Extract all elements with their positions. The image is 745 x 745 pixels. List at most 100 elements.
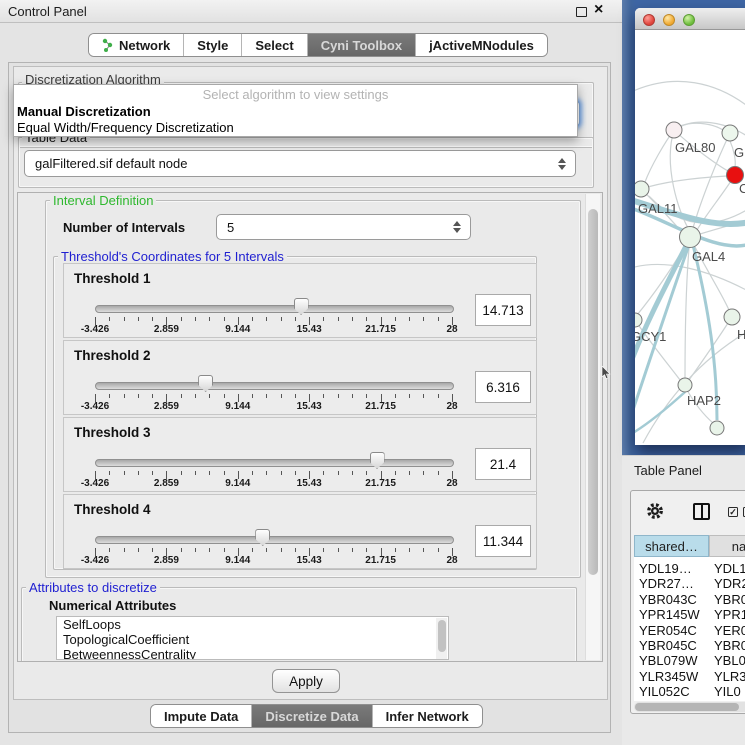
node-label-gal4: GAL4 (692, 249, 725, 264)
tab-label-network: Network (119, 38, 170, 53)
settings-scrollbar-track[interactable] (585, 194, 600, 660)
dropdown-option-equal-width[interactable]: Equal Width/Frequency Discretization (17, 120, 234, 135)
scale-label: 28 (446, 401, 457, 412)
threshold-value-field[interactable]: 21.4 (475, 448, 531, 480)
slider-scale-labels: -3.4262.8599.14415.4321.71528 (64, 324, 536, 336)
apply-button-label: Apply (289, 674, 323, 689)
network-node-gal4[interactable] (680, 227, 701, 248)
table-cell[interactable]: YBL079W (639, 653, 714, 668)
zoom-traffic-light-icon[interactable] (683, 14, 695, 26)
table-panel-card: ✓ ✓ shared…naYDL19…YDL1YDR27…YDR2YBR043C… (630, 490, 745, 714)
table-cell[interactable]: YER0 (714, 623, 745, 638)
column-header-na[interactable]: na (709, 535, 745, 557)
network-view[interactable]: GAL80GCGAL11GAL4GCY1HHAP2 (635, 30, 745, 445)
attribute-item-topologicalcoefficient[interactable]: TopologicalCoefficient (57, 632, 448, 647)
threshold-value-field[interactable]: 6.316 (475, 371, 531, 403)
scale-label: -3.426 (81, 478, 109, 489)
columns-icon[interactable] (693, 503, 710, 520)
dropdown-option-manual[interactable]: Manual Discretization (17, 104, 151, 119)
column-header-shared[interactable]: shared… (634, 535, 709, 557)
network-node-gal80[interactable] (666, 122, 682, 138)
threshold-label: Threshold 1 (74, 271, 151, 286)
table-cell[interactable]: YBR043C (639, 592, 714, 607)
tab-style[interactable]: Style (183, 34, 241, 56)
scale-label: 21.715 (365, 478, 396, 489)
table-cell[interactable]: YBR0 (714, 638, 745, 653)
table-cell[interactable]: YDR2 (714, 576, 745, 591)
num-intervals-label: Number of Intervals (63, 220, 185, 235)
scale-label: 28 (446, 555, 457, 566)
threshold-row-1: Threshold 1 -3.4262.8599.14415.4321.71528… (63, 263, 537, 338)
apply-button[interactable]: Apply (272, 669, 340, 693)
checkbox-icon[interactable]: ✓ (728, 507, 738, 517)
node-label-gal80: GAL80 (675, 140, 715, 155)
threshold-value-field[interactable]: 11.344 (475, 525, 531, 557)
table-cell[interactable]: YPR145W (639, 607, 714, 622)
scale-label: 21.715 (365, 555, 396, 566)
close-icon[interactable]: × (594, 1, 603, 19)
scale-label: 9.144 (225, 401, 250, 412)
scale-label: 15.43 (297, 324, 322, 335)
algorithm-dropdown: Select algorithm to view settings Manual… (13, 84, 578, 137)
tab-label-cyni-toolbox: Cyni Toolbox (321, 38, 402, 53)
tab-label-select: Select (255, 38, 293, 53)
threshold-slider-track[interactable] (95, 459, 454, 467)
bottom-tab-infer-network[interactable]: Infer Network (372, 705, 482, 727)
tab-label-jactivemnodules: jActiveMNodules (429, 38, 534, 53)
numerical-attributes-list[interactable]: SelfLoopsTopologicalCoefficientBetweenne… (56, 616, 449, 660)
node-table[interactable]: shared…naYDL19…YDL1YDR27…YDR2YBR043CYBR0… (634, 535, 745, 701)
tab-select[interactable]: Select (241, 34, 306, 56)
table-cell[interactable]: YDL1 (714, 561, 745, 576)
gear-icon[interactable] (645, 501, 665, 521)
table-cell[interactable]: YDR27… (639, 576, 714, 591)
bottom-tab-label-infer-network: Infer Network (386, 709, 469, 724)
minimize-traffic-light-icon[interactable] (663, 14, 675, 26)
settings-scrollbar-thumb[interactable] (588, 209, 598, 575)
table-cell[interactable]: YIL052C (639, 684, 714, 699)
attr-list-scrollbar[interactable] (436, 618, 447, 660)
table-cell[interactable]: YER054C (639, 623, 714, 638)
interval-group-label: Interval Definition (50, 193, 156, 208)
network-node[interactable] (710, 421, 724, 435)
threshold-slider-track[interactable] (95, 536, 454, 544)
table-cell[interactable]: YIL0 (714, 684, 745, 699)
table-cell[interactable]: YBL0 (714, 653, 745, 668)
bottom-tab-impute-data[interactable]: Impute Data (151, 705, 251, 727)
table-data-combo[interactable]: galFiltered.sif default node (24, 150, 576, 177)
scale-label: 28 (446, 478, 457, 489)
network-node-h[interactable] (724, 309, 740, 325)
threshold-slider-track[interactable] (95, 305, 454, 313)
table-cell[interactable]: YLR345W (639, 669, 714, 684)
node-label-hap2: HAP2 (687, 393, 721, 408)
float-window-icon[interactable] (576, 7, 587, 17)
slider-scale-labels: -3.4262.8599.14415.4321.71528 (64, 401, 536, 413)
tab-network[interactable]: Network (89, 34, 183, 56)
attribute-item-selfloops[interactable]: SelfLoops (57, 617, 448, 632)
table-cell[interactable]: YLR3 (714, 669, 745, 684)
attributes-group-label: Attributes to discretize (26, 580, 160, 595)
network-node-gcy1[interactable] (635, 313, 642, 327)
table-cell[interactable]: YDL19… (639, 561, 714, 576)
table-cell[interactable]: YPR1 (714, 607, 745, 622)
network-node-hap2[interactable] (678, 378, 692, 392)
attribute-item-betweennesscentrality[interactable]: BetweennessCentrality (57, 647, 448, 660)
close-traffic-light-icon[interactable] (643, 14, 655, 26)
bottom-tab-discretize-data[interactable]: Discretize Data (251, 705, 371, 727)
threshold-label: Threshold 4 (74, 502, 151, 517)
threshold-slider-track[interactable] (95, 382, 454, 390)
node-label-g: G (734, 145, 744, 160)
num-intervals-combo[interactable]: 5 (216, 214, 471, 240)
thresholds-group-label: Threshold's Coordinates for 5 Intervals (58, 249, 287, 264)
tab-jactivemnodules[interactable]: jActiveMNodules (415, 34, 547, 56)
tab-cyni-toolbox[interactable]: Cyni Toolbox (307, 34, 415, 56)
table-cell[interactable]: YBR0 (714, 592, 745, 607)
network-canvas[interactable]: GAL80GCGAL11GAL4GCY1HHAP2 (635, 30, 745, 445)
table-cell[interactable]: YBR045C (639, 638, 714, 653)
network-node-g[interactable] (722, 125, 738, 141)
scale-label: -3.426 (81, 401, 109, 412)
scale-label: 2.859 (154, 478, 179, 489)
network-node-gal11[interactable] (635, 181, 649, 197)
table-hscrollbar[interactable] (634, 702, 745, 712)
threshold-value-field[interactable]: 14.713 (475, 294, 531, 326)
threshold-row-2: Threshold 2-3.4262.8599.14415.4321.71528… (63, 340, 537, 415)
